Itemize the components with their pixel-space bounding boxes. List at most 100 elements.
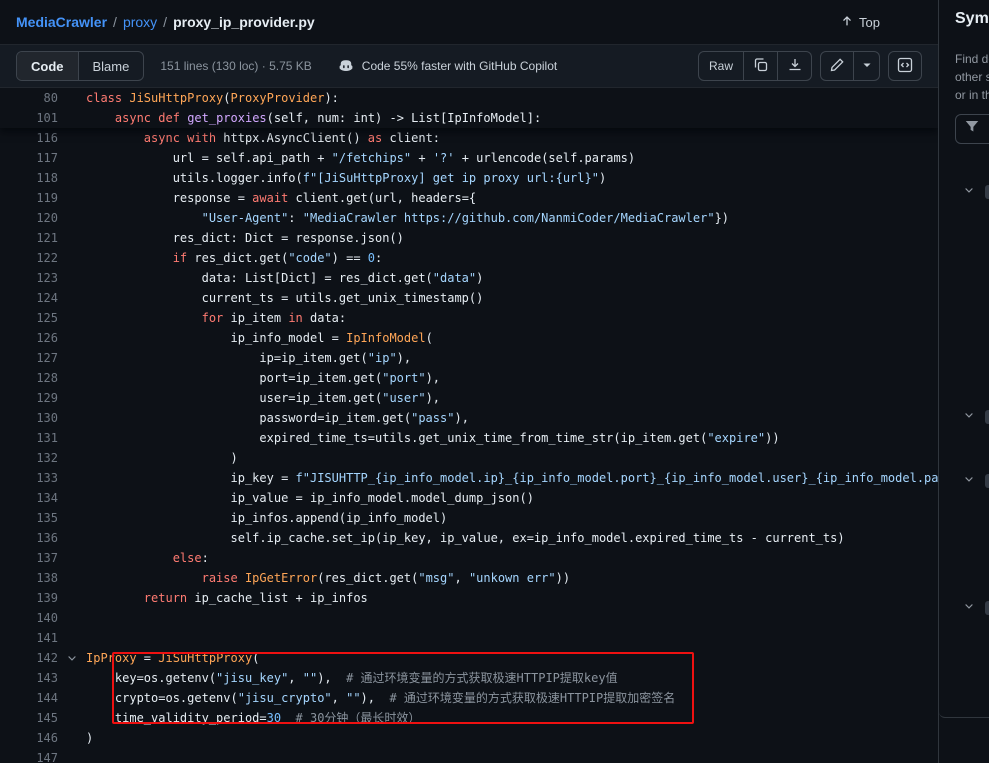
code-text: crypto=os.getenv("jisu_crypto", ""), # 通… <box>86 688 938 708</box>
collapse-slot <box>58 628 86 648</box>
code-view: 80class JiSuHttpProxy(ProxyProvider):101… <box>0 88 938 763</box>
line-number[interactable]: 119 <box>0 188 58 208</box>
line-number[interactable]: 139 <box>0 588 58 608</box>
line-number[interactable]: 121 <box>0 228 58 248</box>
line-number[interactable]: 144 <box>0 688 58 708</box>
line-number[interactable]: 136 <box>0 528 58 548</box>
code-line: 126 ip_info_model = IpInfoModel( <box>0 328 938 348</box>
line-number[interactable]: 127 <box>0 348 58 368</box>
breadcrumb-folder-link[interactable]: proxy <box>123 14 157 30</box>
code-tab[interactable]: Code <box>17 52 79 80</box>
symbol-tree-row[interactable] <box>963 600 989 616</box>
line-number[interactable]: 123 <box>0 268 58 288</box>
collapse-slot <box>58 128 86 148</box>
code-line: 143 key=os.getenv("jisu_key", ""), # 通过环… <box>0 668 938 688</box>
breadcrumb-separator: / <box>163 14 167 30</box>
raw-button[interactable]: Raw <box>698 51 744 81</box>
code-line: 124 current_ts = utils.get_unix_timestam… <box>0 288 938 308</box>
symbol-name-stub <box>985 185 989 199</box>
line-number[interactable]: 134 <box>0 488 58 508</box>
collapse-slot <box>58 488 86 508</box>
line-number[interactable]: 141 <box>0 628 58 648</box>
collapse-slot <box>58 268 86 288</box>
symbol-tree-row[interactable] <box>963 473 989 489</box>
back-to-top-button[interactable]: Top <box>840 14 880 31</box>
code-line: 116 async with httpx.AsyncClient() as cl… <box>0 128 938 148</box>
code-text: IpProxy = JiSuHttpProxy( <box>86 648 938 668</box>
line-number[interactable]: 132 <box>0 448 58 468</box>
collapse-toggle-icon[interactable] <box>58 648 86 668</box>
code-text: async with httpx.AsyncClient() as client… <box>86 128 938 148</box>
collapse-slot <box>58 108 86 128</box>
symbol-tree-row[interactable] <box>963 184 989 200</box>
collapse-slot <box>58 708 86 728</box>
collapse-slot <box>58 348 86 368</box>
symbol-name-stub <box>985 601 989 615</box>
line-number[interactable]: 126 <box>0 328 58 348</box>
collapse-slot <box>58 608 86 628</box>
line-number[interactable]: 116 <box>0 128 58 148</box>
line-number[interactable]: 135 <box>0 508 58 528</box>
line-number[interactable]: 80 <box>0 88 58 108</box>
collapse-slot <box>58 668 86 688</box>
line-number[interactable]: 142 <box>0 648 58 668</box>
code-line: 135 ip_infos.append(ip_info_model) <box>0 508 938 528</box>
line-number[interactable]: 146 <box>0 728 58 748</box>
code-line: 137 else: <box>0 548 938 568</box>
code-line: 146) <box>0 728 938 748</box>
breadcrumb-repo-link[interactable]: MediaCrawler <box>16 14 107 30</box>
code-text: port=ip_item.get("port"), <box>86 368 938 388</box>
symbol-tree-row[interactable] <box>963 409 989 425</box>
code-text: ip_key = f"JISUHTTP_{ip_info_model.ip}_{… <box>86 468 938 488</box>
code-text: "User-Agent": "MediaCrawler https://gith… <box>86 208 938 228</box>
chevron-down-icon <box>963 472 975 490</box>
caret-down-icon <box>862 59 872 73</box>
code-text: current_ts = utils.get_unix_timestamp() <box>86 288 938 308</box>
code-line: 117 url = self.api_path + "/fetchips" + … <box>0 148 938 168</box>
line-number[interactable]: 101 <box>0 108 58 128</box>
line-number[interactable]: 125 <box>0 308 58 328</box>
collapse-slot <box>58 508 86 528</box>
blame-tab[interactable]: Blame <box>79 52 144 80</box>
collapse-slot <box>58 468 86 488</box>
code-line: 125 for ip_item in data: <box>0 308 938 328</box>
code-line: 133 ip_key = f"JISUHTTP_{ip_info_model.i… <box>0 468 938 488</box>
line-number[interactable]: 130 <box>0 408 58 428</box>
download-raw-button[interactable] <box>778 51 812 81</box>
line-number[interactable]: 117 <box>0 148 58 168</box>
copy-raw-button[interactable] <box>744 51 778 81</box>
line-number[interactable]: 138 <box>0 568 58 588</box>
collapse-slot <box>58 548 86 568</box>
line-number[interactable]: 147 <box>0 748 58 763</box>
line-number[interactable]: 145 <box>0 708 58 728</box>
line-number[interactable]: 143 <box>0 668 58 688</box>
collapse-slot <box>58 148 86 168</box>
github-file-view: MediaCrawler / proxy / proxy_ip_provider… <box>0 0 989 763</box>
line-number[interactable]: 131 <box>0 428 58 448</box>
collapse-slot <box>58 368 86 388</box>
line-number[interactable]: 120 <box>0 208 58 228</box>
symbols-panel-toggle-button[interactable] <box>888 51 922 81</box>
line-number[interactable]: 118 <box>0 168 58 188</box>
filter-funnel-icon <box>964 119 980 140</box>
line-number[interactable]: 137 <box>0 548 58 568</box>
line-number[interactable]: 122 <box>0 248 58 268</box>
line-number[interactable]: 124 <box>0 288 58 308</box>
code-line: 144 crypto=os.getenv("jisu_crypto", ""),… <box>0 688 938 708</box>
code-line: 122 if res_dict.get("code") == 0: <box>0 248 938 268</box>
collapse-slot <box>58 228 86 248</box>
line-number[interactable]: 128 <box>0 368 58 388</box>
edit-dropdown-button[interactable] <box>854 51 880 81</box>
collapse-slot <box>58 308 86 328</box>
edit-button-group <box>820 51 880 81</box>
download-icon <box>787 57 803 76</box>
line-number[interactable]: 140 <box>0 608 58 628</box>
code-text: for ip_item in data: <box>86 308 938 328</box>
copilot-banner[interactable]: Code 55% faster with GitHub Copilot <box>338 57 557 76</box>
line-number[interactable]: 133 <box>0 468 58 488</box>
code-text: response = await client.get(url, headers… <box>86 188 938 208</box>
collapse-slot <box>58 168 86 188</box>
line-number[interactable]: 129 <box>0 388 58 408</box>
symbol-name-stub <box>985 410 989 424</box>
edit-file-button[interactable] <box>820 51 854 81</box>
